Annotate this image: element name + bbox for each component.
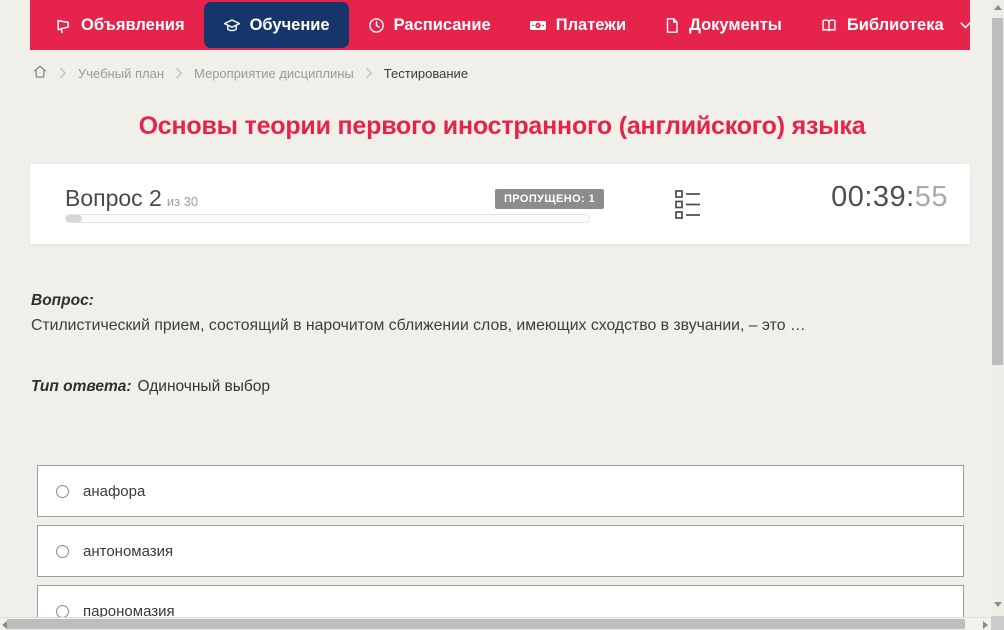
breadcrumb-separator — [59, 67, 67, 79]
nav-item-library[interactable]: Библиотека — [801, 0, 990, 50]
answer-type-value: Одиночный выбор — [137, 378, 271, 395]
document-icon — [664, 17, 680, 34]
nav-item-label: Платежи — [555, 15, 627, 34]
progress-fill — [66, 215, 82, 222]
nav-item-payments[interactable]: Платежи — [510, 0, 645, 50]
option-label: анафора — [83, 482, 146, 500]
question-number-label: Вопрос 2 — [65, 185, 162, 211]
screen: Объявления Обучение Расписание Платежи Д… — [0, 0, 1004, 630]
breadcrumb-separator — [365, 67, 373, 79]
nav-item-schedule[interactable]: Расписание — [349, 0, 510, 50]
nav-item-label: Обучение — [249, 15, 330, 34]
breadcrumb-item-curriculum[interactable]: Учебный план — [78, 66, 164, 81]
progress-bar — [65, 214, 590, 223]
radio-icon[interactable] — [56, 484, 69, 498]
answer-option-antonomasia[interactable]: антономазия — [37, 525, 964, 577]
nav-item-label: Объявления — [81, 15, 185, 34]
nav-item-label: Библиотека — [846, 15, 944, 34]
question-header-card: Вопрос 2 из 30 ПРОПУЩЕНО: 1 00:39:55 — [30, 164, 970, 244]
timer-seconds: 55 — [914, 181, 948, 213]
question-total: из 30 — [166, 194, 199, 209]
answer-type-row: Тип ответа: Одиночный выбор — [31, 378, 270, 396]
nav-item-learning[interactable]: Обучение — [203, 2, 349, 48]
vertical-scrollbar[interactable] — [991, 0, 1004, 630]
book-icon — [820, 17, 838, 34]
home-icon[interactable] — [32, 64, 48, 82]
option-label: антономазия — [83, 542, 174, 560]
answer-type-label: Тип ответа: — [31, 378, 132, 395]
timer-main: 00:39: — [831, 181, 915, 213]
scroll-right-arrow-icon[interactable] — [983, 621, 988, 629]
horizontal-scrollbar-thumb[interactable] — [7, 619, 965, 629]
scroll-down-arrow-icon[interactable] — [994, 602, 1002, 607]
radio-icon[interactable] — [56, 544, 69, 558]
vertical-scrollbar-thumb[interactable] — [992, 18, 1003, 365]
nav-item-announcements[interactable]: Объявления — [36, 0, 204, 50]
scrollbar-corner — [991, 616, 1004, 630]
breadcrumb-separator — [175, 67, 183, 79]
banknote-icon — [529, 17, 547, 34]
nav-item-label: Документы — [689, 15, 782, 34]
clock-icon — [368, 17, 385, 34]
megaphone-icon — [55, 17, 72, 34]
question-list-icon[interactable] — [675, 189, 701, 225]
graduation-cap-icon — [223, 17, 241, 34]
nav-item-documents[interactable]: Документы — [645, 0, 801, 50]
skipped-badge: ПРОПУЩЕНО: 1 — [495, 189, 605, 209]
horizontal-scrollbar[interactable] — [0, 617, 991, 630]
main-nav: Объявления Обучение Расписание Платежи Д… — [30, 0, 971, 50]
chevron-down-icon — [960, 21, 971, 29]
breadcrumb-item-testing: Тестирование — [383, 65, 469, 81]
timer: 00:39:55 — [831, 181, 948, 214]
question-text: Стилистический прием, состоящий в нарочи… — [31, 317, 806, 334]
question-label: Вопрос: — [31, 292, 94, 309]
answer-option-anaphora[interactable]: анафора — [37, 465, 964, 517]
page-title: Основы теории первого иностранного (англ… — [138, 112, 866, 140]
radio-icon[interactable] — [56, 604, 69, 618]
scroll-up-arrow-icon[interactable] — [994, 5, 1002, 10]
breadcrumb-item-discipline-event[interactable]: Мероприятие дисциплины — [194, 66, 354, 81]
breadcrumb: Учебный план Мероприятие дисциплины Тест… — [32, 61, 468, 85]
nav-item-label: Расписание — [393, 15, 491, 34]
question-number: Вопрос 2 из 30 — [65, 185, 198, 212]
